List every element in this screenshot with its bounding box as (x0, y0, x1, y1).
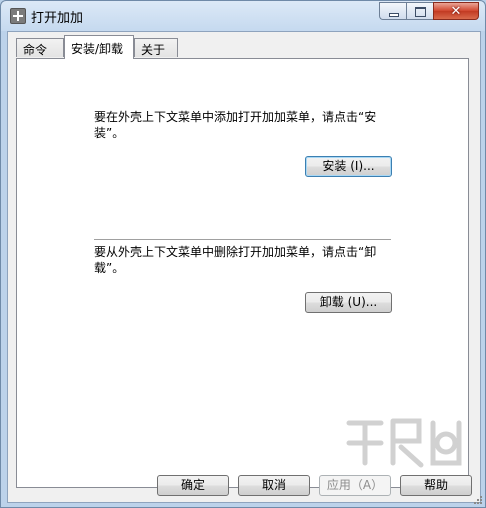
ok-button[interactable]: 确定 (157, 475, 229, 496)
maximize-button[interactable] (406, 2, 433, 20)
dialog-window: 打开加加 ✕ 命令 安装/卸载 关于 要在外壳上下文菜单中添加打开加加菜单，请点… (0, 0, 486, 508)
minimize-button[interactable] (379, 2, 406, 20)
close-button[interactable]: ✕ (433, 2, 479, 20)
close-icon: ✕ (450, 4, 462, 19)
window-title: 打开加加 (31, 11, 84, 26)
maximize-icon (415, 7, 426, 17)
uninstall-button[interactable]: 卸载 (U)... (305, 292, 392, 313)
apply-button[interactable]: 应用（A） (319, 475, 391, 496)
minimize-icon (389, 13, 399, 17)
install-button[interactable]: 安装 (I)... (305, 156, 392, 177)
resize-grip-icon[interactable] (473, 495, 483, 505)
install-message: 要在外壳上下文菜单中添加打开加加菜单，请点击“安装”。 (94, 110, 377, 140)
section-divider (94, 239, 391, 241)
help-button[interactable]: 帮助 (400, 475, 472, 496)
title-bar[interactable]: 打开加加 ✕ (1, 1, 485, 29)
caption-buttons: ✕ (379, 2, 479, 21)
tab-commands[interactable]: 命令 (16, 38, 64, 57)
app-plus-icon[interactable] (10, 8, 26, 24)
tab-install-uninstall[interactable]: 安装/卸载 (64, 35, 134, 59)
watermark-logo-icon (346, 418, 462, 468)
tab-about[interactable]: 关于 (134, 38, 178, 57)
uninstall-message: 要从外壳上下文菜单中删除打开加加菜单，请点击“卸载”。 (94, 245, 377, 275)
cancel-button[interactable]: 取消 (238, 475, 310, 496)
